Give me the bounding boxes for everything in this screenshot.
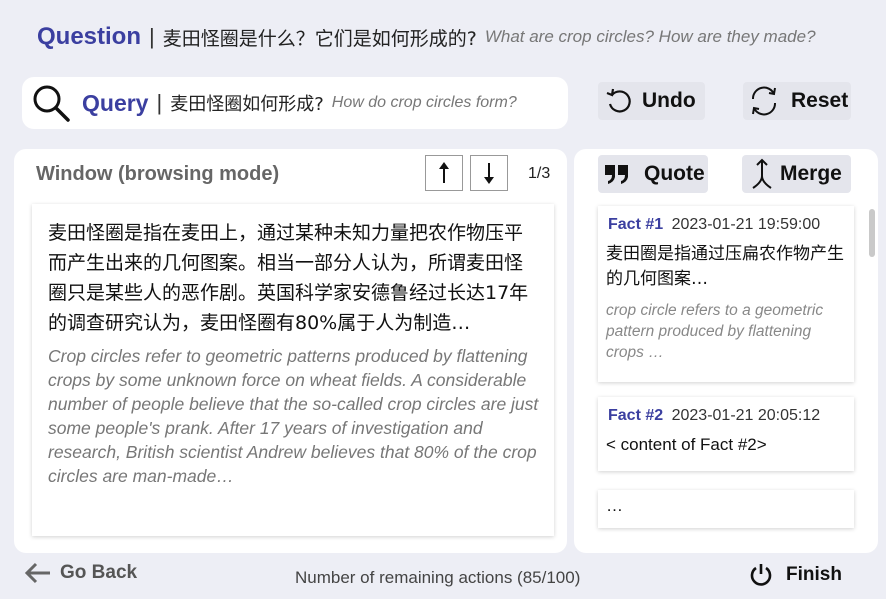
quote-label: Quote — [644, 162, 705, 185]
search-icon — [30, 82, 72, 124]
window-title: Window (browsing mode) — [36, 163, 280, 185]
query-box[interactable]: Query | 麦田怪圈如何形成? How do crop circles fo… — [22, 77, 568, 129]
merge-icon — [750, 158, 774, 190]
scroll-down-button[interactable] — [470, 155, 508, 191]
query-separator: | — [156, 90, 163, 115]
fact-timestamp: 2023-01-21 20:05:12 — [671, 407, 821, 424]
question-text-en: What are crop circles? How are they made… — [484, 27, 816, 46]
fact-content: … — [606, 496, 623, 515]
query-label: Query — [82, 89, 149, 116]
remaining-actions: Number of remaining actions (85/100) — [295, 568, 581, 587]
reset-icon — [747, 84, 781, 118]
question-separator: | — [149, 24, 155, 49]
quote-icon — [604, 163, 630, 185]
go-back-label: Go Back — [60, 562, 138, 583]
fact-number: Fact #2 — [608, 407, 664, 424]
fact-content: < content of Fact #2> — [606, 435, 767, 454]
facts-panel: Quote Merge Fact #1 2023-01-21 19:59:00 … — [574, 149, 878, 553]
fact-card[interactable]: Fact #2 2023-01-21 20:05:12 < content of… — [598, 397, 854, 471]
query-text-zh: 麦田怪圈如何形成? — [170, 94, 324, 115]
undo-icon — [604, 86, 634, 116]
fact-card[interactable]: Fact #1 2023-01-21 19:59:00 麦田圈是指通过压扁农作物… — [598, 206, 854, 382]
power-icon — [748, 562, 774, 588]
window-panel: Window (browsing mode) 1/3 麦田怪圈是指在麦田上，通过… — [14, 149, 567, 553]
question-label: Question — [37, 23, 142, 50]
question-text-zh: 麦田怪圈是什么？它们是如何形成的? — [162, 27, 477, 50]
arrow-down-icon — [482, 162, 496, 184]
undo-label: Undo — [642, 89, 696, 112]
fact-card[interactable]: … — [598, 490, 854, 528]
facts-scrollbar[interactable] — [869, 209, 875, 257]
merge-label: Merge — [780, 162, 842, 185]
scroll-up-button[interactable] — [425, 155, 463, 191]
content-text-en: Crop circles refer to geometric patterns… — [48, 346, 539, 486]
merge-button[interactable]: Merge — [742, 155, 851, 193]
fact-number: Fact #1 — [608, 216, 664, 233]
go-back-button[interactable]: Go Back — [24, 562, 137, 584]
quote-button[interactable]: Quote — [598, 155, 708, 193]
question-bar: Question | 麦田怪圈是什么？它们是如何形成的? What are cr… — [37, 20, 816, 54]
arrow-left-icon — [24, 562, 52, 584]
finish-label: Finish — [786, 564, 842, 585]
reset-button[interactable]: Reset — [743, 82, 851, 120]
query-text-en: How do crop circles form? — [331, 94, 517, 111]
fact-text-en: crop circle refers to a geometric patter… — [606, 302, 824, 361]
undo-button[interactable]: Undo — [598, 82, 705, 120]
fact-text-zh: 麦田圈是指通过压扁农作物产生的几何图案… — [606, 244, 844, 289]
finish-button[interactable]: Finish — [748, 562, 842, 588]
reset-label: Reset — [791, 89, 849, 112]
arrow-up-icon — [437, 162, 451, 184]
fact-timestamp: 2023-01-21 19:59:00 — [671, 216, 821, 233]
content-text-zh: 麦田怪圈是指在麦田上，通过某种未知力量把农作物压平而产生出来的几何图案。相当一部… — [48, 222, 529, 334]
page-indicator: 1/3 — [528, 165, 551, 182]
window-content[interactable]: 麦田怪圈是指在麦田上，通过某种未知力量把农作物压平而产生出来的几何图案。相当一部… — [32, 204, 554, 536]
